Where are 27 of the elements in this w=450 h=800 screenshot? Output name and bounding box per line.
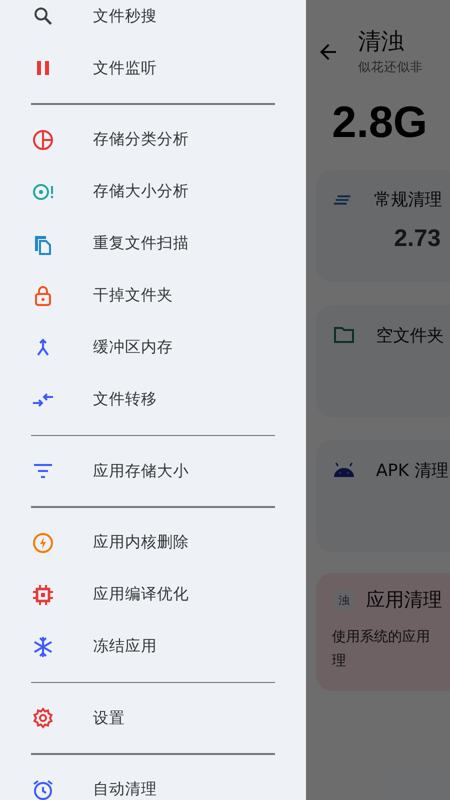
card-description: 使用系统的应用理 — [332, 628, 431, 671]
clean-card[interactable]: APK 清理 — [316, 440, 450, 552]
card-title: 空文件夹 — [376, 324, 444, 346]
page-subtitle: 似花还似非 — [358, 59, 423, 76]
drawer-item[interactable]: 自动清理 — [0, 764, 306, 800]
card-title: APK 清理 — [376, 460, 448, 482]
clean-card[interactable]: 空文件夹 — [316, 305, 450, 417]
drawer-item[interactable]: 干掉文件夹 — [0, 270, 306, 322]
drawer-item[interactable]: 应用存储大小 — [0, 445, 306, 497]
card-title: 常规清理 — [374, 189, 442, 211]
clean-card[interactable]: 常规清理 2.73 — [316, 170, 450, 282]
drawer-item[interactable]: 存储分类分析 — [0, 114, 306, 166]
drawer-item[interactable]: 存储大小分析 — [0, 166, 306, 218]
drawer-item[interactable]: 缓冲区内存 — [0, 322, 306, 374]
app-badge: 浊 — [332, 588, 356, 612]
drawer-item[interactable]: 应用内核删除 — [0, 516, 306, 568]
drawer-item[interactable]: 文件转移 — [0, 374, 306, 426]
card-value: 2.73 — [394, 225, 442, 253]
drawer-item[interactable]: 文件秒搜 — [0, 0, 306, 42]
drawer-item[interactable]: 设置 — [0, 692, 306, 744]
drawer-item[interactable]: 文件监听 — [0, 42, 306, 94]
card-title: 应用清理 — [366, 588, 442, 613]
drawer-item[interactable]: 冻结应用 — [0, 620, 306, 672]
total-size: 2.8G — [332, 98, 428, 148]
drawer-item[interactable]: 重复文件扫描 — [0, 218, 306, 270]
drawer-item[interactable]: 应用编译优化 — [0, 568, 306, 620]
page-title: 清浊 — [358, 28, 405, 57]
